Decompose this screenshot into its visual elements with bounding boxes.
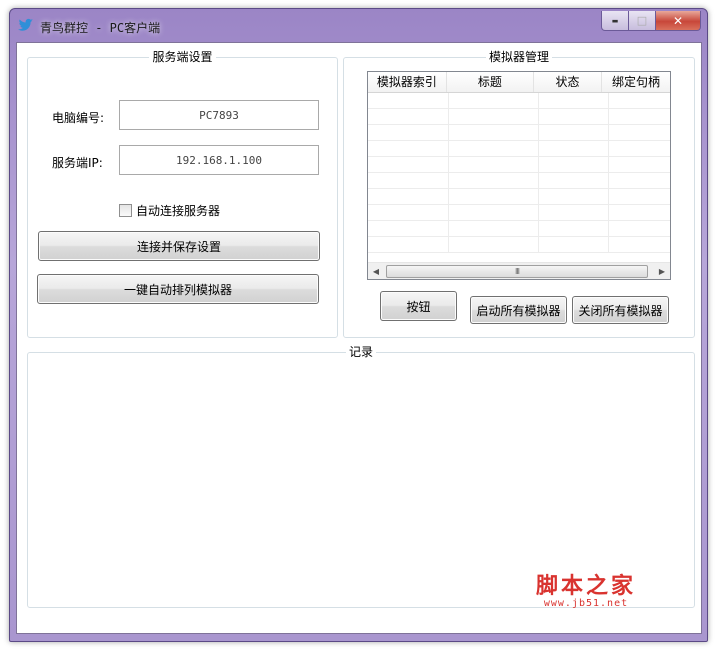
client-area: 服务端设置 电脑编号: PC7893 服务端IP: 192.168.1.100 …	[16, 42, 702, 634]
column-header-index[interactable]: 模拟器索引	[368, 72, 447, 92]
start-all-emulators-button[interactable]: 启动所有模拟器	[470, 296, 567, 324]
column-header-handle[interactable]: 绑定句柄	[602, 72, 670, 92]
minimize-button[interactable]: ▬	[601, 11, 629, 31]
empty-row	[368, 189, 670, 205]
empty-row	[368, 141, 670, 157]
empty-row	[368, 157, 670, 173]
empty-row	[368, 205, 670, 221]
watermark-logo: 脚本之家 www.jb51.net	[536, 568, 636, 609]
app-window: 青鸟群控 - PC客户端 ▬ □ ✕ 服务端设置 电脑编号: PC7893 服务…	[9, 8, 708, 642]
window-title: 青鸟群控 - PC客户端	[40, 21, 161, 35]
server-ip-label: 服务端IP:	[52, 156, 103, 170]
server-ip-field[interactable]: 192.168.1.100	[119, 145, 319, 175]
empty-row	[368, 125, 670, 141]
close-all-emulators-button[interactable]: 关闭所有模拟器	[572, 296, 669, 324]
emulator-manager-title: 模拟器管理	[485, 50, 552, 64]
scroll-thumb[interactable]: III	[386, 265, 648, 278]
pc-number-field[interactable]: PC7893	[119, 100, 319, 130]
emulator-list-body	[368, 93, 670, 262]
horizontal-scrollbar[interactable]: ◀ III ▶	[368, 262, 670, 279]
watermark-main-text: 脚本之家	[536, 573, 637, 599]
title-bar[interactable]: 青鸟群控 - PC客户端 ▬ □ ✕	[10, 9, 707, 42]
auto-arrange-button[interactable]: 一键自动排列模拟器	[37, 274, 319, 304]
empty-row	[368, 173, 670, 189]
pc-number-label: 电脑编号:	[52, 111, 105, 125]
emulator-manager-group: 模拟器管理 模拟器索引 标题 状态 绑定句柄 ◀ III ▶ 按钮 启动所有模拟…	[343, 50, 695, 338]
auto-connect-checkbox[interactable]: 自动连接服务器	[119, 202, 220, 219]
empty-row	[368, 237, 670, 253]
empty-row	[368, 93, 670, 109]
empty-row	[368, 221, 670, 237]
close-icon: ✕	[672, 13, 684, 28]
column-header-title[interactable]: 标题	[447, 72, 535, 92]
maximize-icon: □	[636, 14, 648, 27]
maximize-button[interactable]: □	[629, 11, 656, 31]
window-controls: ▬ □ ✕	[601, 11, 701, 31]
log-title: 记录	[345, 345, 376, 359]
emulator-list-header: 模拟器索引 标题 状态 绑定句柄	[368, 72, 670, 93]
connect-save-button[interactable]: 连接并保存设置	[38, 231, 320, 261]
checkbox-box[interactable]	[119, 204, 132, 217]
server-settings-title: 服务端设置	[149, 50, 216, 64]
auto-connect-label: 自动连接服务器	[136, 204, 221, 218]
emulator-list[interactable]: 模拟器索引 标题 状态 绑定句柄 ◀ III ▶	[367, 71, 671, 280]
watermark-url: www.jb51.net	[543, 598, 629, 609]
generic-button[interactable]: 按钮	[380, 291, 457, 321]
bird-icon	[18, 18, 33, 31]
column-header-status[interactable]: 状态	[534, 72, 603, 92]
close-button[interactable]: ✕	[656, 11, 701, 31]
minimize-icon: ▬	[611, 16, 619, 25]
scroll-right-icon[interactable]: ▶	[654, 263, 670, 279]
server-settings-group: 服务端设置 电脑编号: PC7893 服务端IP: 192.168.1.100 …	[27, 50, 338, 338]
empty-row	[368, 109, 670, 125]
scroll-left-icon[interactable]: ◀	[368, 263, 384, 279]
